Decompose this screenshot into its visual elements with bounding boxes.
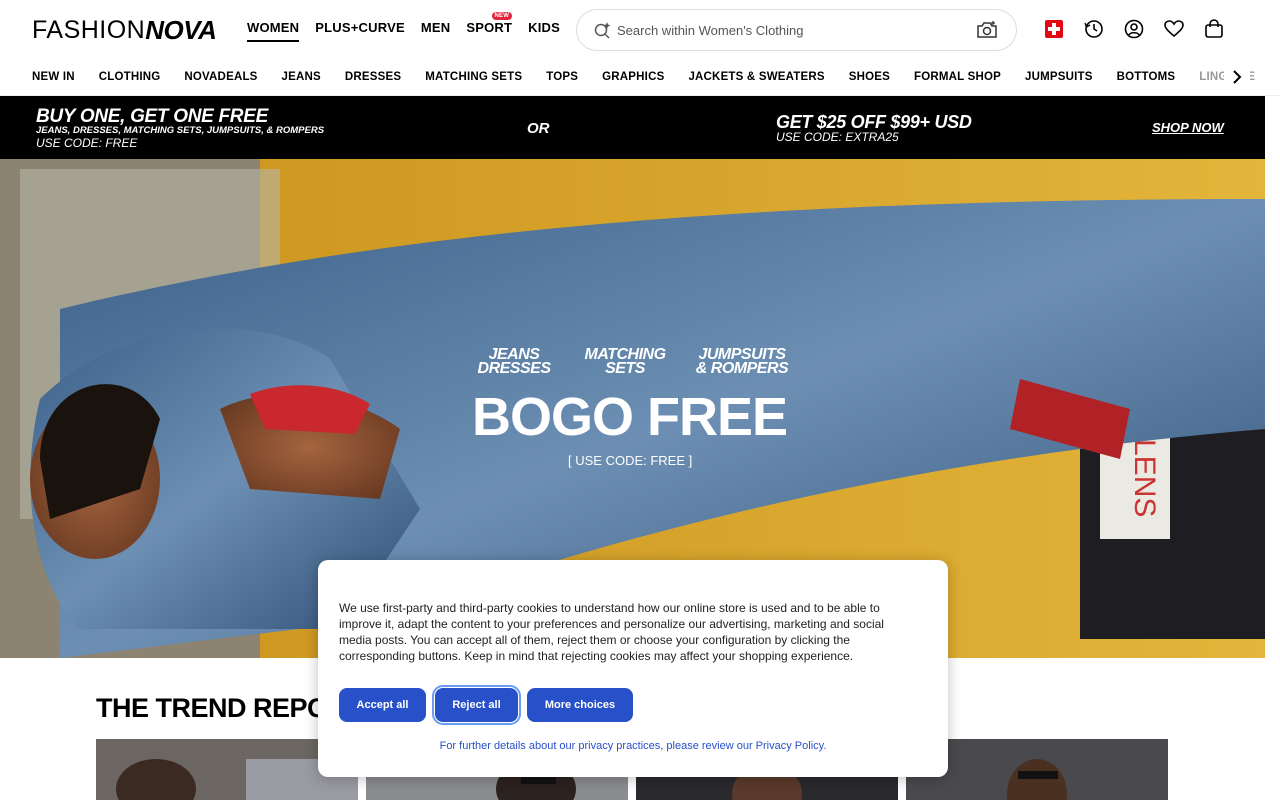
nav-clothing[interactable]: CLOTHING <box>99 71 161 83</box>
fashion-nova-logo[interactable]: FASHION NOVA <box>32 14 217 45</box>
cookie-text: We use first-party and third-party cooki… <box>339 601 884 663</box>
cookie-consent-dialog: We use first-party and third-party cooki… <box>318 560 948 777</box>
nav-dresses[interactable]: DRESSES <box>345 71 401 83</box>
promo-banner[interactable]: BUY ONE, GET ONE FREE JEANS, DRESSES, MA… <box>0 96 1265 159</box>
search-input[interactable] <box>617 20 957 40</box>
hero-cat3-line2: & ROMPERS <box>695 360 789 377</box>
hero-cat-matching-sets: MATCHING SETS <box>580 347 670 377</box>
promo-bogo-code: USE CODE: FREE <box>36 136 138 150</box>
tab-men[interactable]: MEN <box>421 20 451 42</box>
account-icon[interactable] <box>1124 18 1144 40</box>
tab-plus-curve[interactable]: PLUS+CURVE <box>315 20 405 42</box>
cookie-buttons: Accept all Reject all More choices <box>339 685 633 725</box>
camera-search-icon[interactable] <box>976 20 998 40</box>
tab-kids[interactable]: KIDS <box>528 20 560 42</box>
gender-nav: WOMEN PLUS+CURVE MEN SPORT NEW KIDS <box>247 12 560 42</box>
history-icon[interactable] <box>1084 18 1104 40</box>
nav-novadeals[interactable]: NOVADEALS <box>184 71 257 83</box>
top-header: FASHION NOVA WOMEN PLUS+CURVE MEN SPORT … <box>0 0 1280 58</box>
logo-part-nova: NOVA <box>145 14 217 45</box>
hero-headline: BOGO FREE <box>472 387 788 447</box>
search-bar <box>576 9 1017 51</box>
promo-or: OR <box>527 120 550 137</box>
tab-sport-label: SPORT <box>466 20 513 35</box>
reject-all-button[interactable]: Reject all <box>432 685 521 725</box>
nav-matching-sets[interactable]: MATCHING SETS <box>425 71 522 83</box>
hero-code: [ USE CODE: FREE ] <box>568 453 693 468</box>
promo-discount-code: USE CODE: EXTRA25 <box>776 130 899 144</box>
nav-jumpsuits[interactable]: JUMPSUITS <box>1025 71 1093 83</box>
nav-jackets-sweaters[interactable]: JACKETS & SWEATERS <box>688 71 824 83</box>
new-badge: NEW <box>491 12 513 20</box>
more-choices-button[interactable]: More choices <box>527 688 633 722</box>
hero-cat1-line2: DRESSES <box>477 360 551 377</box>
promo-bogo-categories: JEANS, DRESSES, MATCHING SETS, JUMPSUITS… <box>36 125 325 136</box>
chevron-right-icon[interactable] <box>1224 64 1250 90</box>
accept-all-button[interactable]: Accept all <box>339 688 426 722</box>
shop-now-link[interactable]: SHOP NOW <box>1152 120 1224 135</box>
hero-cat-jumpsuits-rompers: JUMPSUITS & ROMPERS <box>692 347 792 377</box>
bag-icon[interactable] <box>1204 18 1224 40</box>
swiss-flag-icon[interactable] <box>1044 18 1064 40</box>
cookie-footer: For further details about our privacy pr… <box>318 740 948 752</box>
search-sparkle-icon <box>594 22 611 39</box>
nav-new-in[interactable]: NEW IN <box>32 71 75 83</box>
nav-jeans[interactable]: JEANS <box>282 71 321 83</box>
nav-bottoms[interactable]: BOTTOMS <box>1117 71 1176 83</box>
category-nav: NEW IN CLOTHING NOVADEALS JEANS DRESSES … <box>0 58 1280 96</box>
privacy-policy-link[interactable]: For further details about our privacy pr… <box>440 740 827 752</box>
tab-women[interactable]: WOMEN <box>247 20 300 42</box>
hero-cat2-line2: SETS <box>605 360 645 377</box>
nav-tops[interactable]: TOPS <box>546 71 578 83</box>
nav-formal-shop[interactable]: FORMAL SHOP <box>914 71 1001 83</box>
hero-cat-jeans-dresses: JEANS DRESSES <box>474 347 554 377</box>
tab-sport[interactable]: SPORT NEW <box>466 12 513 42</box>
header-icons <box>1044 18 1224 40</box>
heart-icon[interactable] <box>1164 18 1184 40</box>
nav-shoes[interactable]: SHOES <box>849 71 890 83</box>
logo-part-fashion: FASHION <box>32 15 146 44</box>
nav-graphics[interactable]: GRAPHICS <box>602 71 664 83</box>
